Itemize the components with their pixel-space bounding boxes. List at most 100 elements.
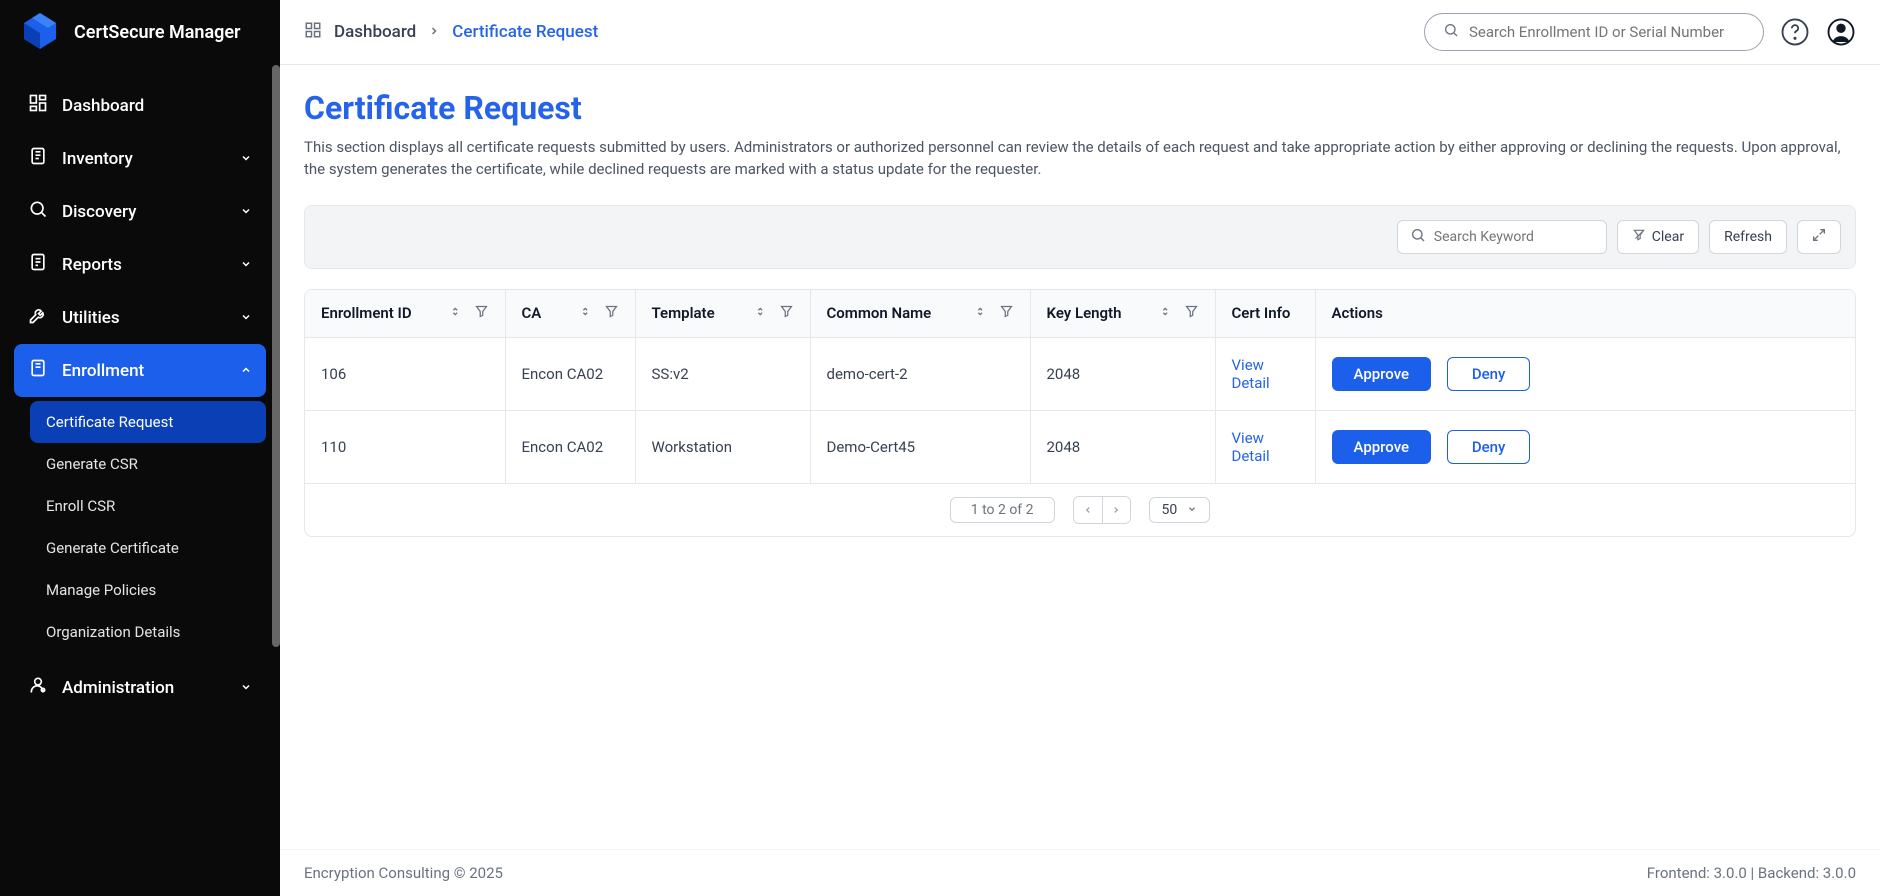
sidebar-item-label: Administration [62,678,174,698]
utilities-icon [28,305,48,330]
filter-icon[interactable] [604,304,619,323]
filter-icon[interactable] [779,304,794,323]
filter-clear-icon [1632,228,1646,246]
subitem-certificate-request[interactable]: Certificate Request [30,401,266,443]
administration-icon [28,675,48,700]
sidebar: CertSecure Manager Dashboard Inventory D… [0,0,280,896]
breadcrumb-current: Certificate Request [452,22,598,42]
col-key-length: Key Length [1047,304,1122,322]
next-page-button[interactable] [1102,497,1130,523]
sidebar-item-utilities[interactable]: Utilities [14,291,266,344]
sidebar-item-dashboard[interactable]: Dashboard [14,79,266,132]
chevron-left-icon [1083,505,1093,515]
subitem-generate-csr[interactable]: Generate CSR [30,443,266,485]
expand-button[interactable] [1797,220,1841,254]
sort-icon[interactable] [974,304,989,323]
col-common-name: Common Name [827,304,932,322]
sort-icon[interactable] [1159,304,1174,323]
nav-area: Dashboard Inventory Discovery Reports Ut… [0,65,280,896]
cell-template: Workstation [635,410,810,483]
sort-icon[interactable] [449,304,464,323]
dashboard-icon [28,93,48,118]
reports-icon [28,252,48,277]
requests-table: Enrollment ID CA Template Common Name Ke… [305,290,1855,484]
sort-icon[interactable] [579,304,594,323]
view-detail-link[interactable]: View Detail [1232,356,1270,392]
filter-icon[interactable] [1184,304,1199,323]
global-search-wrapper[interactable] [1424,13,1764,51]
keyword-search-wrapper[interactable] [1397,220,1607,254]
main: Dashboard Certificate Request Certificat… [280,0,1880,896]
chevron-down-icon [240,308,252,328]
page-title: Certificate Request [304,89,1856,127]
help-icon [1780,17,1810,47]
enrollment-icon [28,358,48,383]
cell-key-length: 2048 [1030,337,1215,410]
sidebar-item-label: Reports [62,255,122,275]
chevron-down-icon [1187,502,1197,518]
scrollbar-thumb[interactable] [272,65,280,647]
cell-common-name: demo-cert-2 [810,337,1030,410]
approve-button[interactable]: Approve [1332,430,1432,464]
help-button[interactable] [1780,17,1810,47]
clear-button[interactable]: Clear [1617,220,1699,254]
logo-area: CertSecure Manager [0,0,280,65]
prev-page-button[interactable] [1074,497,1102,523]
logo-icon [20,11,60,55]
footer: Encryption Consulting © 2025 Frontend: 3… [280,849,1880,896]
keyword-search-input[interactable] [1434,229,1612,245]
page-description: This section displays all certificate re… [304,137,1856,181]
breadcrumb-root[interactable]: Dashboard [334,22,416,42]
sidebar-item-discovery[interactable]: Discovery [14,185,266,238]
chevron-up-icon [240,361,252,381]
subitem-generate-certificate[interactable]: Generate Certificate [30,527,266,569]
page-size-select[interactable]: 50 [1149,497,1211,523]
table-row: 110 Encon CA02 Workstation Demo-Cert45 2… [305,410,1855,483]
chevron-right-icon [428,22,440,42]
expand-icon [1811,227,1827,247]
content: Certificate Request This section display… [280,65,1880,849]
pagination-info: 1 to 2 of 2 [950,497,1055,523]
cell-template: SS:v2 [635,337,810,410]
inventory-icon [28,146,48,171]
col-actions: Actions [1332,304,1383,322]
paginator: 1 to 2 of 2 50 [305,484,1855,536]
refresh-button[interactable]: Refresh [1709,220,1787,254]
topbar: Dashboard Certificate Request [280,0,1880,65]
subitem-enroll-csr[interactable]: Enroll CSR [30,485,266,527]
cell-common-name: Demo-Cert45 [810,410,1030,483]
deny-button[interactable]: Deny [1447,357,1531,391]
profile-button[interactable] [1826,17,1856,47]
sidebar-item-reports[interactable]: Reports [14,238,266,291]
footer-copyright: Encryption Consulting © 2025 [304,864,503,882]
sidebar-item-label: Enrollment [62,361,144,381]
breadcrumb: Dashboard Certificate Request [304,21,598,44]
cell-enrollment-id: 106 [305,337,505,410]
col-cert-info: Cert Info [1232,304,1291,322]
table-toolbar: Clear Refresh [304,205,1856,269]
sidebar-item-label: Inventory [62,149,133,169]
subitem-manage-policies[interactable]: Manage Policies [30,569,266,611]
approve-button[interactable]: Approve [1332,357,1432,391]
sidebar-item-administration[interactable]: Administration [14,661,266,714]
sort-icon[interactable] [754,304,769,323]
subitem-organization-details[interactable]: Organization Details [30,611,266,653]
chevron-right-icon [1111,505,1121,515]
footer-version: Frontend: 3.0.0 | Backend: 3.0.0 [1647,864,1856,882]
view-detail-link[interactable]: View Detail [1232,429,1270,465]
deny-button[interactable]: Deny [1447,430,1531,464]
global-search-input[interactable] [1469,23,1745,41]
sidebar-item-label: Discovery [62,202,137,222]
chevron-down-icon [240,149,252,169]
chevron-down-icon [240,202,252,222]
app-name: CertSecure Manager [74,22,241,43]
pagination-nav [1073,496,1131,524]
filter-icon[interactable] [474,304,489,323]
sidebar-item-inventory[interactable]: Inventory [14,132,266,185]
sidebar-item-label: Utilities [62,308,120,328]
filter-icon[interactable] [999,304,1014,323]
table-container: Enrollment ID CA Template Common Name Ke… [304,289,1856,537]
cell-key-length: 2048 [1030,410,1215,483]
enrollment-subitems: Certificate Request Generate CSR Enroll … [14,397,266,661]
sidebar-item-enrollment[interactable]: Enrollment [14,344,266,397]
